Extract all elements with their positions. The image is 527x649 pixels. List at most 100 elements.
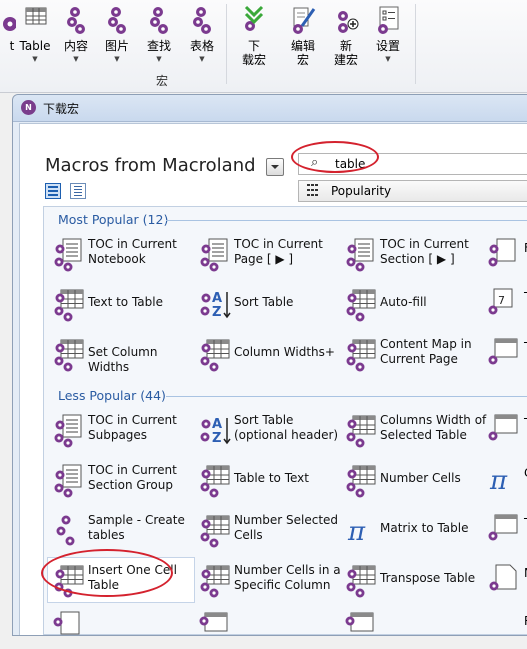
toc-gear-icon <box>200 238 228 272</box>
toc-gear-icon <box>346 238 374 272</box>
table-gear-icon <box>200 515 230 548</box>
macro-item-partial[interactable]: T <box>486 511 527 551</box>
macro-item[interactable]: Transpose Table <box>340 558 486 602</box>
table-gear-icon <box>488 414 518 441</box>
sort-dropdown[interactable]: Popularity <box>298 180 527 202</box>
macro-item-partial[interactable] <box>342 609 382 649</box>
ribbon-button-label: 编辑 宏 <box>290 39 315 67</box>
macro-item-label: Matrix to Table <box>380 521 469 535</box>
toc-gear-icon <box>54 238 82 272</box>
macro-item-partial[interactable] <box>50 609 90 649</box>
section-divider <box>166 396 527 397</box>
tile-view-icon[interactable] <box>45 183 61 199</box>
table-gear-icon <box>346 339 376 372</box>
dialog-title: 下载宏 <box>43 102 80 116</box>
svg-text:A: A <box>212 291 222 306</box>
macro-item-label: Table to Text <box>234 471 309 485</box>
section-header-most-popular: Most Popular (12) <box>58 212 169 227</box>
macro-item-partial[interactable]: N <box>486 561 527 601</box>
macro-item-partial[interactable]: 7 T <box>486 285 527 325</box>
table-gear-icon <box>200 465 230 498</box>
macro-item[interactable]: Columns Width of Selected Table <box>340 408 486 452</box>
macro-item[interactable]: Number Cells <box>340 458 486 502</box>
ribbon-button-image[interactable]: 图片 ▼ <box>94 2 140 66</box>
macro-item-label: TOC in Current Section [ ▶ ] <box>380 237 469 266</box>
macro-item[interactable]: π Matrix to Table <box>340 508 486 552</box>
macro-item[interactable]: TOC in Current Section Group <box>48 458 194 502</box>
macro-item-partial[interactable]: T <box>486 411 527 451</box>
source-dropdown-button[interactable] <box>266 158 284 176</box>
ribbon-button-label: Table <box>19 39 51 53</box>
ribbon: t Table ▼ 内容 ▼ 图片 ▼ 查找 ▼ 表格 ▼ 下 载宏 编辑 宏 … <box>0 0 527 93</box>
calendar-gear-icon: 7 <box>488 288 513 315</box>
ribbon-button-label: 设置 <box>375 39 400 53</box>
macro-item[interactable]: TOC in Current Page [ ▶ ] <box>194 232 340 276</box>
macro-item-label: TOC in Current Section Group <box>88 463 177 492</box>
document-gear-icon <box>489 564 517 591</box>
ribbon-button-content[interactable]: 内容 ▼ <box>53 2 99 66</box>
macro-item[interactable]: TOC in Current Section [ ▶ ] <box>340 232 486 276</box>
macro-item-label: Set Column Widths <box>88 345 158 374</box>
table-gear-icon <box>488 514 518 541</box>
macro-item[interactable]: Content Map in Current Page <box>340 332 486 376</box>
table-gear-icon <box>199 612 228 632</box>
dialog-titlebar[interactable]: N 下载宏 <box>13 95 527 122</box>
gear-cluster-icon <box>193 7 211 34</box>
sort-az-icon: A Z <box>200 291 231 320</box>
macro-gallery: Most Popular (12) TOC in Current Noteboo… <box>41 206 527 635</box>
toc-gear-icon <box>54 414 82 448</box>
ribbon-button-table-cn[interactable]: 表格 ▼ <box>179 2 225 66</box>
macro-item-partial[interactable]: T <box>486 335 527 375</box>
toc-gear-icon <box>54 464 82 498</box>
macro-item[interactable]: A Z Sort Table (optional header) <box>194 408 340 452</box>
macro-item-label: Number Selected Cells <box>234 513 339 542</box>
macro-item-partial[interactable]: R <box>486 609 527 649</box>
macro-item[interactable]: Set Column Widths <box>48 332 194 376</box>
macro-item[interactable]: Column Widths+ <box>194 332 340 376</box>
onenote-app-icon: N <box>21 100 36 115</box>
macro-item-partial[interactable]: π C <box>486 461 527 501</box>
macro-item-label: TOC in Current Page [ ▶ ] <box>234 237 323 266</box>
gear-cluster-icon <box>67 7 85 34</box>
ribbon-button-new-macro[interactable]: 新 建宏 <box>323 2 369 67</box>
macro-item-label: Number Cells <box>380 471 461 485</box>
macro-item[interactable]: Number Selected Cells <box>194 508 340 552</box>
highlight-circle <box>291 141 379 173</box>
table-gear-icon <box>54 289 84 322</box>
sort-grid-icon <box>307 184 318 196</box>
list-view-icon[interactable] <box>70 183 86 199</box>
macro-item-partial[interactable] <box>196 609 236 649</box>
macro-item-partial[interactable]: F <box>486 236 527 276</box>
macro-item[interactable]: Auto-fill <box>340 282 486 326</box>
edit-macro-icon <box>293 7 316 34</box>
table-gear-icon <box>346 415 376 448</box>
highlight-circle <box>41 549 173 597</box>
toc-gear-icon <box>53 611 80 635</box>
svg-text:A: A <box>212 417 222 432</box>
svg-text:7: 7 <box>498 294 505 307</box>
macro-item[interactable]: Text to Table <box>48 282 194 326</box>
macro-item[interactable]: A Z Sort Table <box>194 282 340 326</box>
sort-value: Popularity <box>331 184 392 198</box>
ribbon-button-label: 内容 <box>63 39 88 53</box>
macro-item[interactable]: TOC in Current Subpages <box>48 408 194 452</box>
ribbon-button-settings[interactable]: 设置 ▼ <box>365 2 411 66</box>
ribbon-separator <box>226 4 227 84</box>
macro-item[interactable]: Number Cells in a Specific Column <box>194 558 341 602</box>
gear-cluster-icon <box>150 7 168 34</box>
dropdown-arrow-icon: ▼ <box>199 55 205 63</box>
macro-item[interactable]: TOC in Current Notebook <box>48 232 194 276</box>
ribbon-button-table[interactable]: Table ▼ <box>12 2 58 66</box>
ribbon-button-edit-macro[interactable]: 编辑 宏 <box>280 2 326 67</box>
ribbon-button-find[interactable]: 查找 ▼ <box>136 2 182 66</box>
svg-text:Z: Z <box>212 431 221 446</box>
ribbon-button-label: 图片 <box>104 39 129 53</box>
ribbon-button-label: 下 载宏 <box>241 39 266 67</box>
ribbon-button-label: 表格 <box>189 39 214 53</box>
svg-text:π: π <box>489 466 508 496</box>
ribbon-group-label: 宏 <box>156 74 169 88</box>
toc-gear-icon <box>488 238 516 267</box>
macro-item[interactable]: Table to Text <box>194 458 340 502</box>
ribbon-button-download-macro[interactable]: 下 载宏 <box>231 2 277 67</box>
macro-item[interactable]: Sample - Create tables <box>48 508 194 552</box>
